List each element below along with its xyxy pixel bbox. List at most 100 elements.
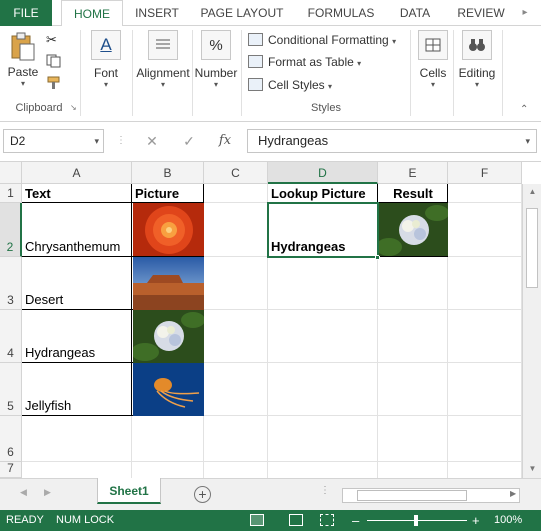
cells-icon (418, 30, 448, 60)
ribbon-separator (453, 30, 454, 116)
alignment-dropdown-icon: ▾ (160, 80, 165, 89)
cancel-icon[interactable]: ✕ (141, 129, 163, 153)
result-picture[interactable] (379, 203, 448, 256)
zoom-slider-thumb[interactable] (414, 515, 418, 526)
format-as-table-button[interactable]: Format as Table ▾ (248, 52, 361, 72)
styles-group-label: Styles (311, 102, 341, 114)
ribbon-separator (241, 30, 242, 116)
alignment-button[interactable]: Alignment ▾ (134, 30, 192, 89)
tab-page-layout[interactable]: PAGE LAYOUT (196, 0, 288, 26)
status-bar: READY NUM LOCK – + 100% (0, 510, 541, 531)
editing-button[interactable]: Editing ▾ (455, 30, 499, 89)
cells-label: Cells (419, 66, 447, 80)
sheet-split-grip-icon[interactable]: ⋮ (320, 485, 330, 496)
insert-function-icon[interactable]: fx (214, 129, 236, 153)
collapse-ribbon-icon[interactable]: ⌃ (520, 104, 528, 115)
normal-view-icon[interactable] (250, 514, 264, 526)
hydrangeas-image[interactable] (133, 310, 204, 363)
tab-file[interactable]: FILE (0, 0, 52, 26)
scroll-up-icon[interactable]: ▲ (523, 187, 541, 196)
clipboard-icon (10, 32, 36, 62)
conditional-formatting-icon (248, 33, 263, 46)
chrysanthemum-image[interactable] (133, 203, 204, 256)
next-sheet-icon[interactable]: ▶ (44, 487, 51, 498)
conditional-formatting-dropdown-icon: ▾ (392, 37, 397, 46)
cell-b1[interactable]: Picture (132, 186, 179, 201)
column-header-b[interactable]: B (132, 162, 204, 184)
column-header-e[interactable]: E (378, 162, 448, 184)
enter-icon[interactable]: ✓ (178, 129, 200, 153)
cell-a4[interactable]: Hydrangeas (22, 345, 95, 360)
formula-expand-icon[interactable]: ▾ (525, 130, 530, 152)
cut-icon[interactable]: ✂ (46, 32, 66, 48)
row-header-6[interactable]: 6 (0, 416, 22, 462)
horizontal-scroll-thumb[interactable] (357, 490, 467, 501)
scroll-right-icon[interactable]: ▶ (510, 489, 516, 498)
ribbon-tab-bar: FILE HOME INSERT PAGE LAYOUT FORMULAS DA… (0, 0, 541, 27)
page-layout-view-icon[interactable] (289, 514, 303, 526)
vertical-scrollbar[interactable]: ▲ ▼ (522, 184, 541, 478)
conditional-formatting-button[interactable]: Conditional Formatting ▾ (248, 30, 396, 50)
scroll-down-icon[interactable]: ▼ (523, 464, 541, 473)
vertical-scroll-thumb[interactable] (526, 208, 538, 288)
formula-input[interactable]: Hydrangeas ▾ (247, 129, 537, 153)
name-box-value: D2 (10, 134, 26, 148)
alignment-icon (148, 30, 178, 60)
column-header-d[interactable]: D (268, 162, 378, 184)
row-header-1[interactable]: 1 (0, 184, 22, 203)
cell-styles-button[interactable]: Cell Styles ▾ (248, 75, 332, 95)
ribbon-separator (132, 30, 133, 116)
zoom-in-icon[interactable]: + (472, 510, 480, 531)
format-as-table-dropdown-icon: ▾ (357, 59, 362, 68)
tab-review[interactable]: REVIEW (452, 0, 510, 26)
cell-a2[interactable]: Chrysanthemum (22, 239, 120, 254)
cell-a5[interactable]: Jellyfish (22, 398, 71, 413)
cell-d1[interactable]: Lookup Picture (268, 186, 366, 201)
name-box-dropdown-icon[interactable]: ▾ (94, 130, 99, 152)
format-painter-icon[interactable] (46, 76, 66, 92)
cell-a3[interactable]: Desert (22, 292, 63, 307)
paste-button[interactable]: Paste ▾ (6, 32, 40, 88)
copy-icon[interactable] (46, 54, 66, 70)
row-header-7[interactable]: 7 (0, 461, 22, 478)
zoom-out-icon[interactable]: – (352, 510, 359, 531)
page-break-preview-icon[interactable] (320, 514, 334, 526)
name-box[interactable]: D2 ▾ (3, 129, 104, 153)
row-header-3[interactable]: 3 (0, 257, 22, 310)
cell-border (131, 184, 132, 416)
paste-dropdown-icon[interactable]: ▾ (6, 79, 40, 88)
tab-home[interactable]: HOME (61, 0, 123, 27)
zoom-level[interactable]: 100% (494, 510, 522, 531)
column-header-a[interactable]: A (22, 162, 132, 184)
column-header-f[interactable]: F (448, 162, 522, 184)
new-sheet-icon[interactable]: + (194, 486, 211, 503)
row-header-4[interactable]: 4 (0, 310, 22, 363)
row-header-2[interactable]: 2 (0, 203, 22, 257)
font-button[interactable]: A Font ▾ (86, 30, 126, 89)
horizontal-scrollbar[interactable] (342, 488, 520, 503)
select-all-corner[interactable] (0, 162, 22, 184)
jellyfish-image[interactable] (133, 363, 204, 416)
active-cell-border (267, 202, 379, 258)
tab-formulas[interactable]: FORMULAS (302, 0, 380, 26)
tab-data[interactable]: DATA (392, 0, 438, 26)
number-button[interactable]: % Number ▾ (194, 30, 238, 89)
tabs-scroll-right-icon[interactable]: ▸ (514, 0, 536, 26)
ribbon: Paste ▾ ✂ Clipboard ↘ A Font ▾ Alignment… (0, 26, 541, 122)
cell-e1[interactable]: Result (378, 186, 448, 201)
cell-a1[interactable]: Text (22, 186, 51, 201)
status-ready: READY (6, 514, 44, 526)
formula-bar-area: D2 ▾ ⋮ ✕ ✓ fx Hydrangeas ▾ (0, 122, 541, 162)
desert-image[interactable] (133, 257, 204, 310)
prev-sheet-icon[interactable]: ◀ (20, 487, 27, 498)
worksheet-grid[interactable]: A B C D E F 1 2 3 4 5 6 7 Text Picture L… (0, 162, 541, 478)
sheet-tab-sheet1[interactable]: Sheet1 (97, 478, 161, 504)
column-header-c[interactable]: C (204, 162, 268, 184)
tab-insert[interactable]: INSERT (128, 0, 186, 26)
sheet-tab-bar: ◀ ▶ Sheet1 + ⋮ ◀ ▶ (0, 478, 541, 510)
clipboard-launcher-icon[interactable]: ↘ (70, 103, 77, 112)
cells-button[interactable]: Cells ▾ (414, 30, 452, 89)
conditional-formatting-label: Conditional Formatting (268, 33, 389, 47)
row-header-5[interactable]: 5 (0, 363, 22, 416)
cells-dropdown-icon: ▾ (430, 80, 435, 89)
